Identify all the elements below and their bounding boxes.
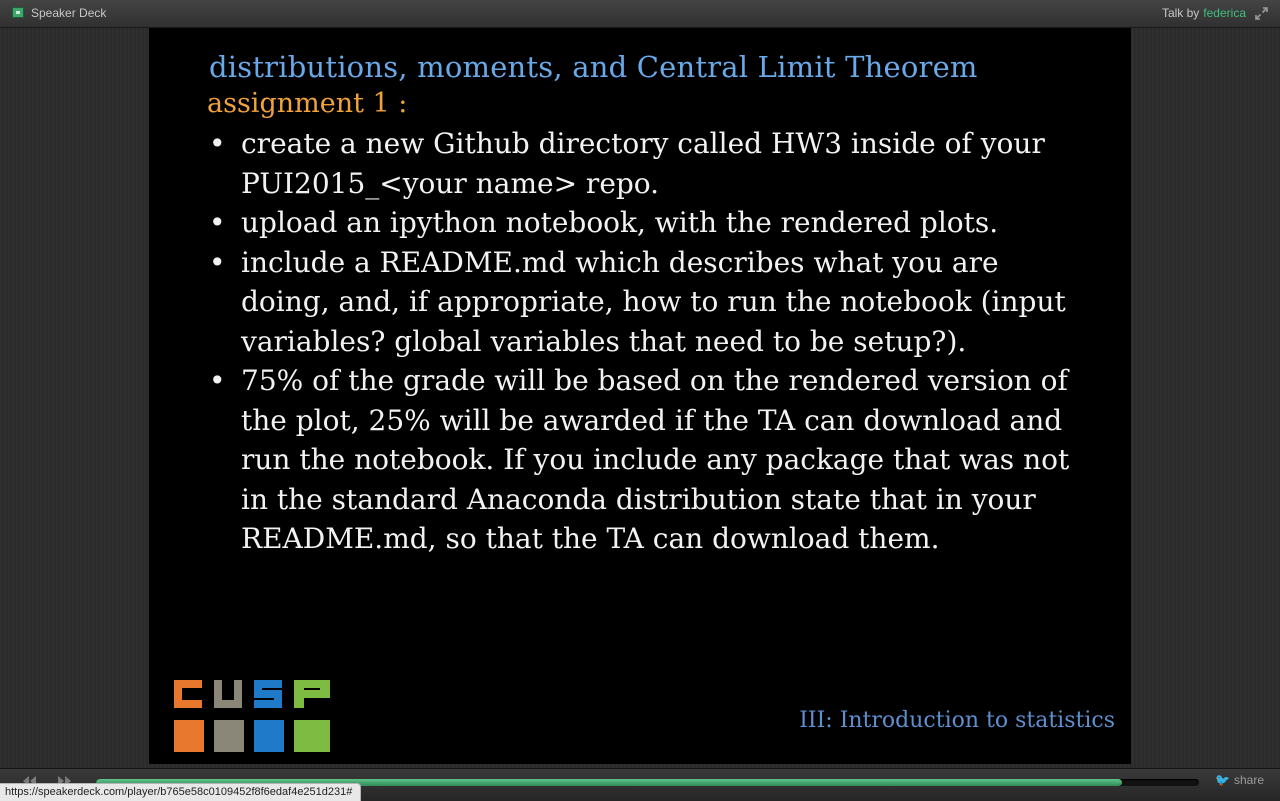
slide-subtitle: assignment 1 :: [207, 88, 408, 119]
player-controls: 🐦 share https://speakerdeck.com/player/b7…: [0, 768, 1280, 801]
twitter-bird-icon: 🐦: [1215, 773, 1230, 787]
slide-title: distributions, moments, and Central Limi…: [209, 50, 978, 84]
top-bar: Speaker Deck Talk by federica: [0, 0, 1280, 28]
share-label: share: [1233, 773, 1264, 787]
fullscreen-icon[interactable]: [1255, 7, 1268, 20]
share-button[interactable]: 🐦 share: [1215, 773, 1264, 787]
cusp-logo: [174, 680, 330, 752]
bullet-item: create a new Github directory called HW3…: [209, 124, 1089, 203]
slide-footer: III: Introduction to statistics: [799, 708, 1115, 733]
talk-by: Talk by federica: [1162, 6, 1246, 20]
bullet-item: upload an ipython notebook, with the ren…: [209, 203, 1089, 243]
author-link[interactable]: federica: [1203, 6, 1246, 20]
slide[interactable]: distributions, moments, and Central Limi…: [149, 28, 1131, 764]
bullet-item: 75% of the grade will be based on the re…: [209, 361, 1089, 559]
slide-stage: distributions, moments, and Central Limi…: [0, 28, 1280, 768]
talk-by-label: Talk by: [1161, 6, 1200, 20]
status-url: https://speakerdeck.com/player/b765e58c0…: [0, 783, 362, 801]
brand-link[interactable]: Speaker Deck: [31, 6, 106, 20]
bullet-list: create a new Github directory called HW3…: [209, 124, 1089, 559]
bullet-item: include a README.md which describes what…: [209, 243, 1089, 362]
speakerdeck-logo-icon[interactable]: [12, 7, 24, 18]
